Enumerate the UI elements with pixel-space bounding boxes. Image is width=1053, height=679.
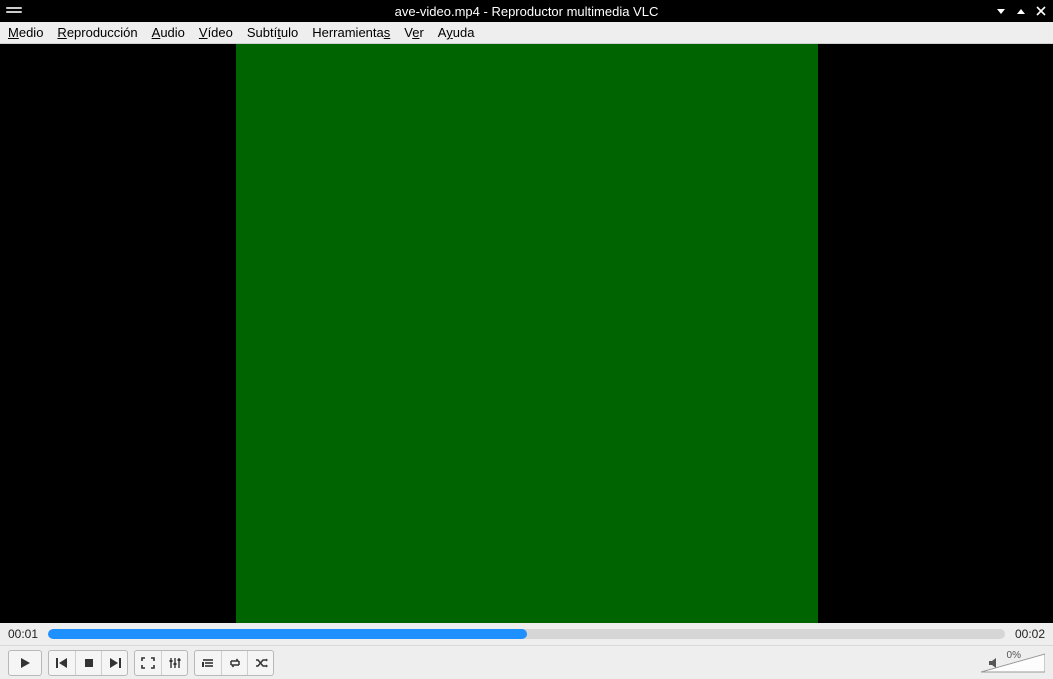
- menu-medio[interactable]: Medio: [8, 25, 43, 40]
- volume-control: 0%: [987, 650, 1045, 675]
- playlist-group: [194, 650, 274, 676]
- video-frame: [236, 44, 818, 623]
- time-elapsed[interactable]: 00:01: [8, 627, 38, 641]
- loop-button[interactable]: [221, 651, 247, 675]
- view-group: [134, 650, 188, 676]
- menu-audio[interactable]: Audio: [152, 25, 185, 40]
- controls-row: 0%: [0, 645, 1053, 679]
- titlebar: ave-video.mp4 - Reproductor multimedia V…: [0, 0, 1053, 22]
- seek-row: 00:01 00:02: [0, 623, 1053, 645]
- menu-reproduccion[interactable]: Reproducción: [57, 25, 137, 40]
- volume-percent-label: 0%: [1007, 650, 1021, 661]
- menu-ver[interactable]: Ver: [404, 25, 424, 40]
- shuffle-button[interactable]: [247, 651, 273, 675]
- stop-button[interactable]: [75, 651, 101, 675]
- menu-video[interactable]: Vídeo: [199, 25, 233, 40]
- menu-herramientas[interactable]: Herramientas: [312, 25, 390, 40]
- menu-ayuda[interactable]: Ayuda: [438, 25, 475, 40]
- skip-group: [48, 650, 128, 676]
- extended-settings-button[interactable]: [161, 651, 187, 675]
- previous-button[interactable]: [49, 651, 75, 675]
- seek-fill: [48, 629, 526, 639]
- time-total[interactable]: 00:02: [1015, 627, 1045, 641]
- playlist-button[interactable]: [195, 651, 221, 675]
- app-menu-icon[interactable]: [6, 7, 22, 15]
- fullscreen-button[interactable]: [135, 651, 161, 675]
- next-button[interactable]: [101, 651, 127, 675]
- menu-subtitulo[interactable]: Subtítulo: [247, 25, 298, 40]
- video-area[interactable]: [0, 44, 1053, 623]
- window-title: ave-video.mp4 - Reproductor multimedia V…: [0, 4, 1053, 19]
- window-controls: [995, 5, 1047, 17]
- menubar: Medio Reproducción Audio Vídeo Subtítulo…: [0, 22, 1053, 44]
- window-minimize-button[interactable]: [995, 5, 1007, 17]
- play-button[interactable]: [8, 650, 42, 676]
- window-maximize-button[interactable]: [1015, 5, 1027, 17]
- window-close-button[interactable]: [1035, 5, 1047, 17]
- seek-slider[interactable]: [48, 629, 1005, 639]
